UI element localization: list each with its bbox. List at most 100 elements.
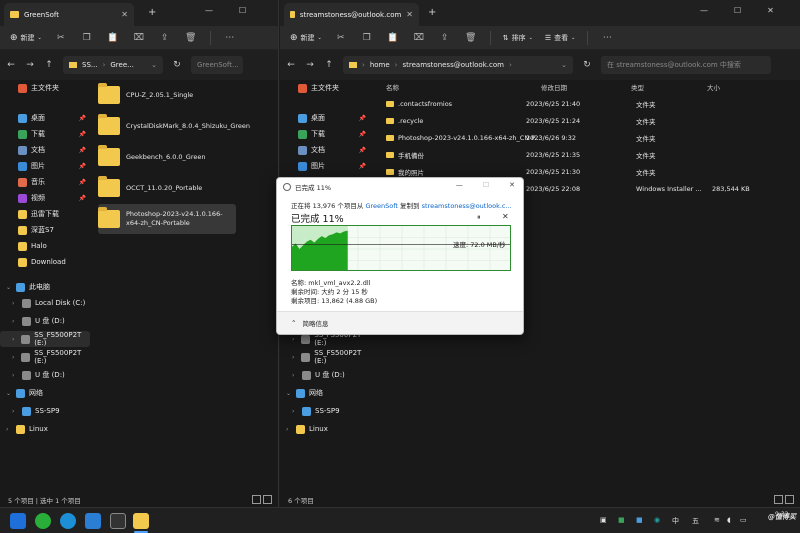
nav-item[interactable]: 音乐 📌 <box>0 174 90 190</box>
cancel-icon[interactable]: ✕ <box>502 212 509 221</box>
new-button[interactable]: ⊕ 新建 ⌄ <box>290 33 322 43</box>
pin-icon[interactable]: 📌 <box>79 195 86 202</box>
edge-icon[interactable] <box>60 513 76 529</box>
nav-item[interactable]: 主文件夹 <box>280 80 370 96</box>
nav-item[interactable]: › Linux <box>0 421 90 437</box>
nav-item[interactable]: › U 盘 (D:) <box>280 367 370 383</box>
nav-item[interactable]: 文档 📌 <box>280 142 370 158</box>
pin-icon[interactable]: 📌 <box>79 147 86 154</box>
terminal-icon[interactable] <box>110 513 126 529</box>
ime-mode[interactable]: 五 <box>692 516 699 526</box>
share-icon[interactable]: ⇪ <box>158 31 172 45</box>
nav-item[interactable]: 迅雷下载 <box>0 206 90 222</box>
chevron-down-icon[interactable]: ⌄ <box>6 284 14 291</box>
cut-icon[interactable]: ✂ <box>334 31 348 45</box>
column-name[interactable]: 名称 <box>386 82 399 92</box>
folder-tile[interactable]: Photoshop-2023-v24.1.0.166-x64-zh_CN-Por… <box>98 204 236 234</box>
chevron-right-icon[interactable]: › <box>12 318 20 325</box>
folder-tile[interactable]: Geekbench_6.0.0_Green <box>98 142 236 172</box>
nav-item[interactable]: 主文件夹 <box>0 80 90 96</box>
tiles-view-icon[interactable] <box>263 495 272 504</box>
volume-icon[interactable]: ◖ <box>727 516 731 524</box>
nav-item[interactable]: 桌面 📌 <box>280 110 370 126</box>
nav-item[interactable]: 桌面 📌 <box>0 110 90 126</box>
breadcrumb-part[interactable]: Gree... <box>110 61 133 69</box>
nav-item[interactable]: Halo <box>0 238 90 254</box>
delete-icon[interactable]: 🗑 <box>464 31 478 45</box>
search-input[interactable]: GreenSoft... <box>191 56 243 74</box>
chevron-right-icon[interactable]: › <box>12 372 20 379</box>
chevron-right-icon[interactable]: › <box>292 372 300 379</box>
minimize-icon[interactable]: — <box>456 181 463 189</box>
delete-icon[interactable]: 🗑 <box>184 31 198 45</box>
back-icon[interactable]: ← <box>286 60 296 70</box>
nav-item[interactable]: 图片 📌 <box>0 158 90 174</box>
nav-item[interactable]: Download <box>0 254 90 270</box>
nav-item[interactable]: 下载 📌 <box>280 126 370 142</box>
wifi-icon[interactable]: ≋ <box>714 516 720 524</box>
breadcrumb-part[interactable]: streamstoness@outlook.com <box>402 61 503 69</box>
chevron-down-icon[interactable]: ⌄ <box>6 390 14 397</box>
nav-item[interactable]: ⌄ 网络 <box>280 385 370 401</box>
new-tab-button[interactable]: + <box>428 7 436 18</box>
copy-icon[interactable]: ❐ <box>80 31 94 45</box>
file-row[interactable]: .contactsfromios 2023/6/25 21:40 文件夹 <box>376 95 800 112</box>
nav-item[interactable]: › U 盘 (D:) <box>0 367 90 383</box>
fewer-details-toggle[interactable]: ⌃ 简略信息 <box>277 311 523 334</box>
nav-item[interactable]: › SS_FS500P2T (E:) <box>280 349 370 365</box>
pin-icon[interactable]: 📌 <box>359 147 366 154</box>
chevron-right-icon[interactable]: › <box>12 354 19 361</box>
chevron-right-icon[interactable]: › <box>12 408 20 415</box>
nav-item[interactable]: ⌄ 此电脑 <box>0 279 90 295</box>
forward-icon[interactable]: → <box>305 60 315 70</box>
ime-indicator[interactable]: 中 <box>672 516 679 526</box>
nav-item[interactable]: › SS-SP9 <box>0 403 90 419</box>
refresh-icon[interactable]: ↻ <box>172 60 182 70</box>
up-icon[interactable]: ↑ <box>324 60 334 70</box>
nav-item[interactable]: 图片 📌 <box>280 158 370 174</box>
nav-item[interactable]: › Linux <box>280 421 370 437</box>
chevron-right-icon[interactable]: › <box>12 336 19 343</box>
pin-icon[interactable]: 📌 <box>79 163 86 170</box>
file-row[interactable]: Photoshop-2023-v24.1.0.166-x64-zh_CN-P..… <box>376 129 800 146</box>
start-icon[interactable] <box>10 513 26 529</box>
nav-item[interactable]: › SS-SP9 <box>280 403 370 419</box>
close-icon[interactable]: ✕ <box>406 10 413 19</box>
chevron-down-icon[interactable]: ⌄ <box>286 390 294 397</box>
new-button[interactable]: ⊕ 新建 ⌄ <box>10 33 42 43</box>
nav-item[interactable]: 深蓝S7 <box>0 222 90 238</box>
rename-icon[interactable]: ⌧ <box>412 31 426 45</box>
sort-button[interactable]: ⇅ 排序 ⌄ <box>503 33 533 43</box>
back-icon[interactable]: ← <box>6 60 16 70</box>
pause-icon[interactable]: ⏸ <box>477 213 481 222</box>
vscode-icon[interactable] <box>85 513 101 529</box>
file-row[interactable]: 手机備份 2023/6/25 21:35 文件夹 <box>376 146 800 163</box>
maximize-icon[interactable]: ☐ <box>483 181 489 189</box>
tray-icon[interactable]: ■ <box>636 516 643 524</box>
breadcrumb-part[interactable]: SS... <box>82 61 98 69</box>
details-view-icon[interactable] <box>252 495 261 504</box>
pin-icon[interactable]: 📌 <box>79 115 86 122</box>
nav-item[interactable]: 下载 📌 <box>0 126 90 142</box>
destination-link[interactable]: streamstoness@outlook.c... <box>422 202 512 210</box>
tray-icon[interactable]: ▣ <box>600 516 607 524</box>
folder-tile[interactable]: OCCT_11.0.20_Portable <box>98 173 236 203</box>
cut-icon[interactable]: ✂ <box>54 31 68 45</box>
wechat-icon[interactable] <box>35 513 51 529</box>
share-icon[interactable]: ⇪ <box>438 31 452 45</box>
minimize-icon[interactable]: — <box>700 6 708 15</box>
chevron-right-icon[interactable]: › <box>6 426 14 433</box>
column-type[interactable]: 类型 <box>631 82 644 92</box>
nav-item[interactable]: › SS_FS500P2T (E:) <box>0 349 90 365</box>
nav-item[interactable]: › SS_FS500P2T (E:) <box>0 331 90 347</box>
folder-tile[interactable]: CPU-Z_2.05.1_Single <box>98 80 236 110</box>
new-tab-button[interactable]: + <box>148 7 156 18</box>
nav-item[interactable]: ⌄ 网络 <box>0 385 90 401</box>
pin-icon[interactable]: 📌 <box>79 179 86 186</box>
view-button[interactable]: ☰ 查看 ⌄ <box>545 33 575 43</box>
tray-icon[interactable]: ■ <box>618 516 625 524</box>
folder-tile[interactable]: CrystalDiskMark_8.0.4_Shizuku_Green <box>98 111 250 141</box>
up-icon[interactable]: ↑ <box>44 60 54 70</box>
nav-item[interactable]: 视频 📌 <box>0 190 90 206</box>
pin-icon[interactable]: 📌 <box>359 115 366 122</box>
